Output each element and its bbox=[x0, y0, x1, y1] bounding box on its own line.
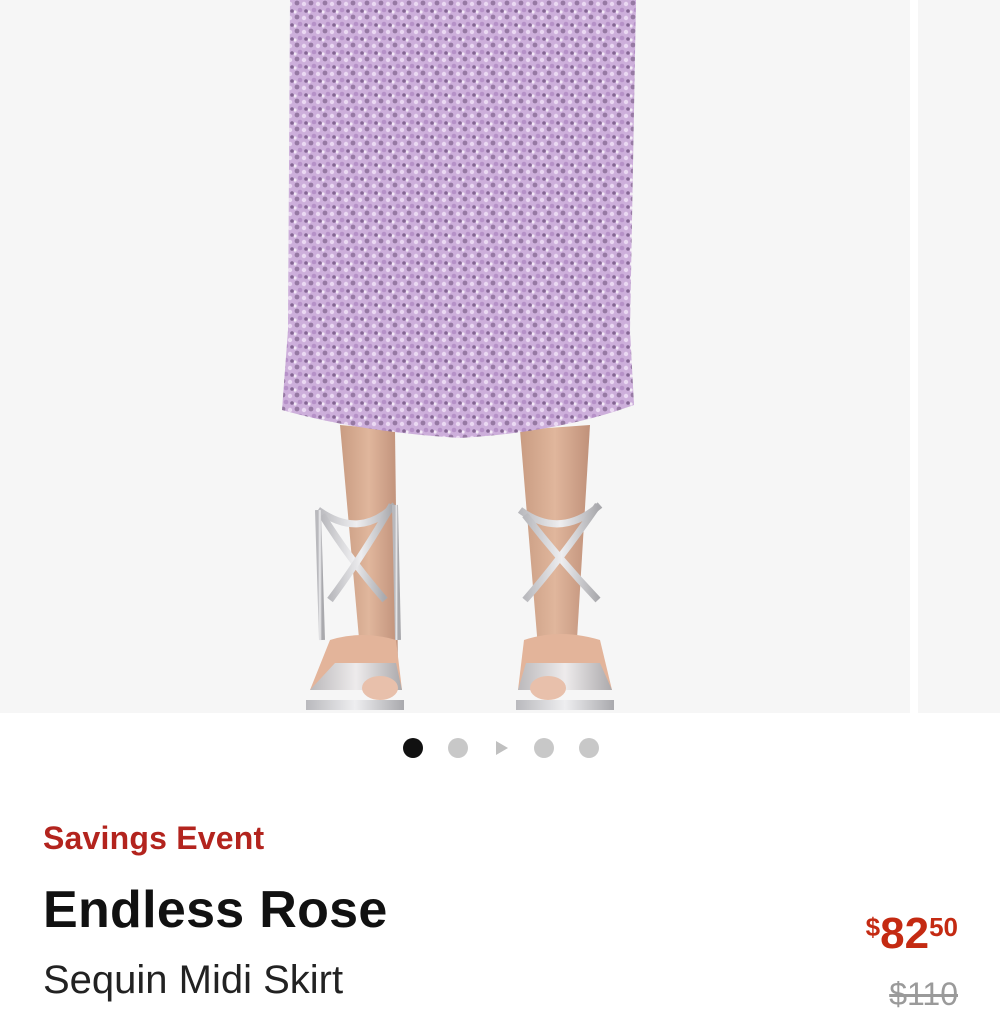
carousel-indicators bbox=[0, 736, 1000, 760]
carousel-gap bbox=[910, 0, 918, 713]
product-image-gallery[interactable] bbox=[0, 0, 1000, 713]
brand-name[interactable]: Endless Rose bbox=[43, 880, 388, 940]
price-whole: 82 bbox=[880, 909, 930, 958]
product-title: Sequin Midi Skirt bbox=[43, 958, 344, 1002]
carousel-dot-1[interactable] bbox=[403, 738, 423, 758]
original-price: $110 bbox=[889, 976, 958, 1012]
next-image-peek[interactable] bbox=[918, 0, 1000, 713]
sale-price: $8250 bbox=[866, 912, 958, 956]
product-image[interactable] bbox=[0, 0, 910, 713]
carousel-dot-3[interactable] bbox=[534, 738, 554, 758]
savings-event-label: Savings Event bbox=[43, 820, 265, 856]
video-play-icon[interactable] bbox=[496, 741, 508, 755]
currency-symbol: $ bbox=[865, 912, 881, 942]
carousel-dot-2[interactable] bbox=[448, 738, 468, 758]
price-cents: 50 bbox=[929, 912, 958, 942]
carousel-dot-4[interactable] bbox=[579, 738, 599, 758]
